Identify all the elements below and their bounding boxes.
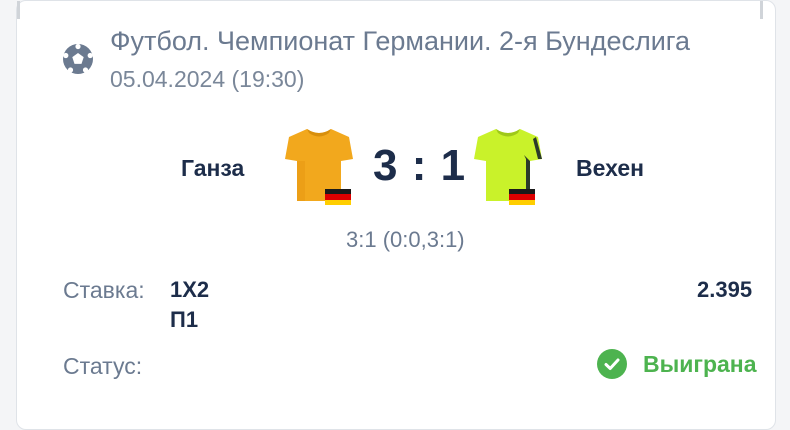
bet-outcome: П1 bbox=[170, 307, 199, 332]
bet-card: Футбол. Чемпионат Германии. 2-я Бундесли… bbox=[16, 0, 776, 430]
status-label: Статус: bbox=[63, 353, 143, 379]
check-circle-icon bbox=[597, 349, 627, 379]
away-country-flag bbox=[509, 189, 535, 205]
bet-label: Ставка: bbox=[63, 277, 145, 303]
home-country-flag bbox=[325, 189, 351, 205]
card-edge-right bbox=[760, 1, 763, 19]
card-edge-left bbox=[17, 1, 20, 19]
league-title: Футбол. Чемпионат Германии. 2-я Бундесли… bbox=[110, 26, 691, 56]
match-score: 3 : 1 bbox=[373, 141, 467, 190]
score-detail: 3:1 (0:0,3:1) bbox=[346, 227, 465, 252]
status-value: Выиграна bbox=[643, 350, 757, 377]
bet-odds: 2.395 bbox=[697, 277, 753, 302]
bet-type: 1X2 bbox=[170, 277, 210, 302]
status-indicator: Выиграна bbox=[597, 349, 757, 379]
away-team-name: Вехен bbox=[576, 155, 645, 181]
home-team-name: Ганза bbox=[181, 155, 245, 181]
match-datetime: 05.04.2024 (19:30) bbox=[110, 66, 305, 92]
soccer-ball-icon bbox=[63, 43, 93, 74]
